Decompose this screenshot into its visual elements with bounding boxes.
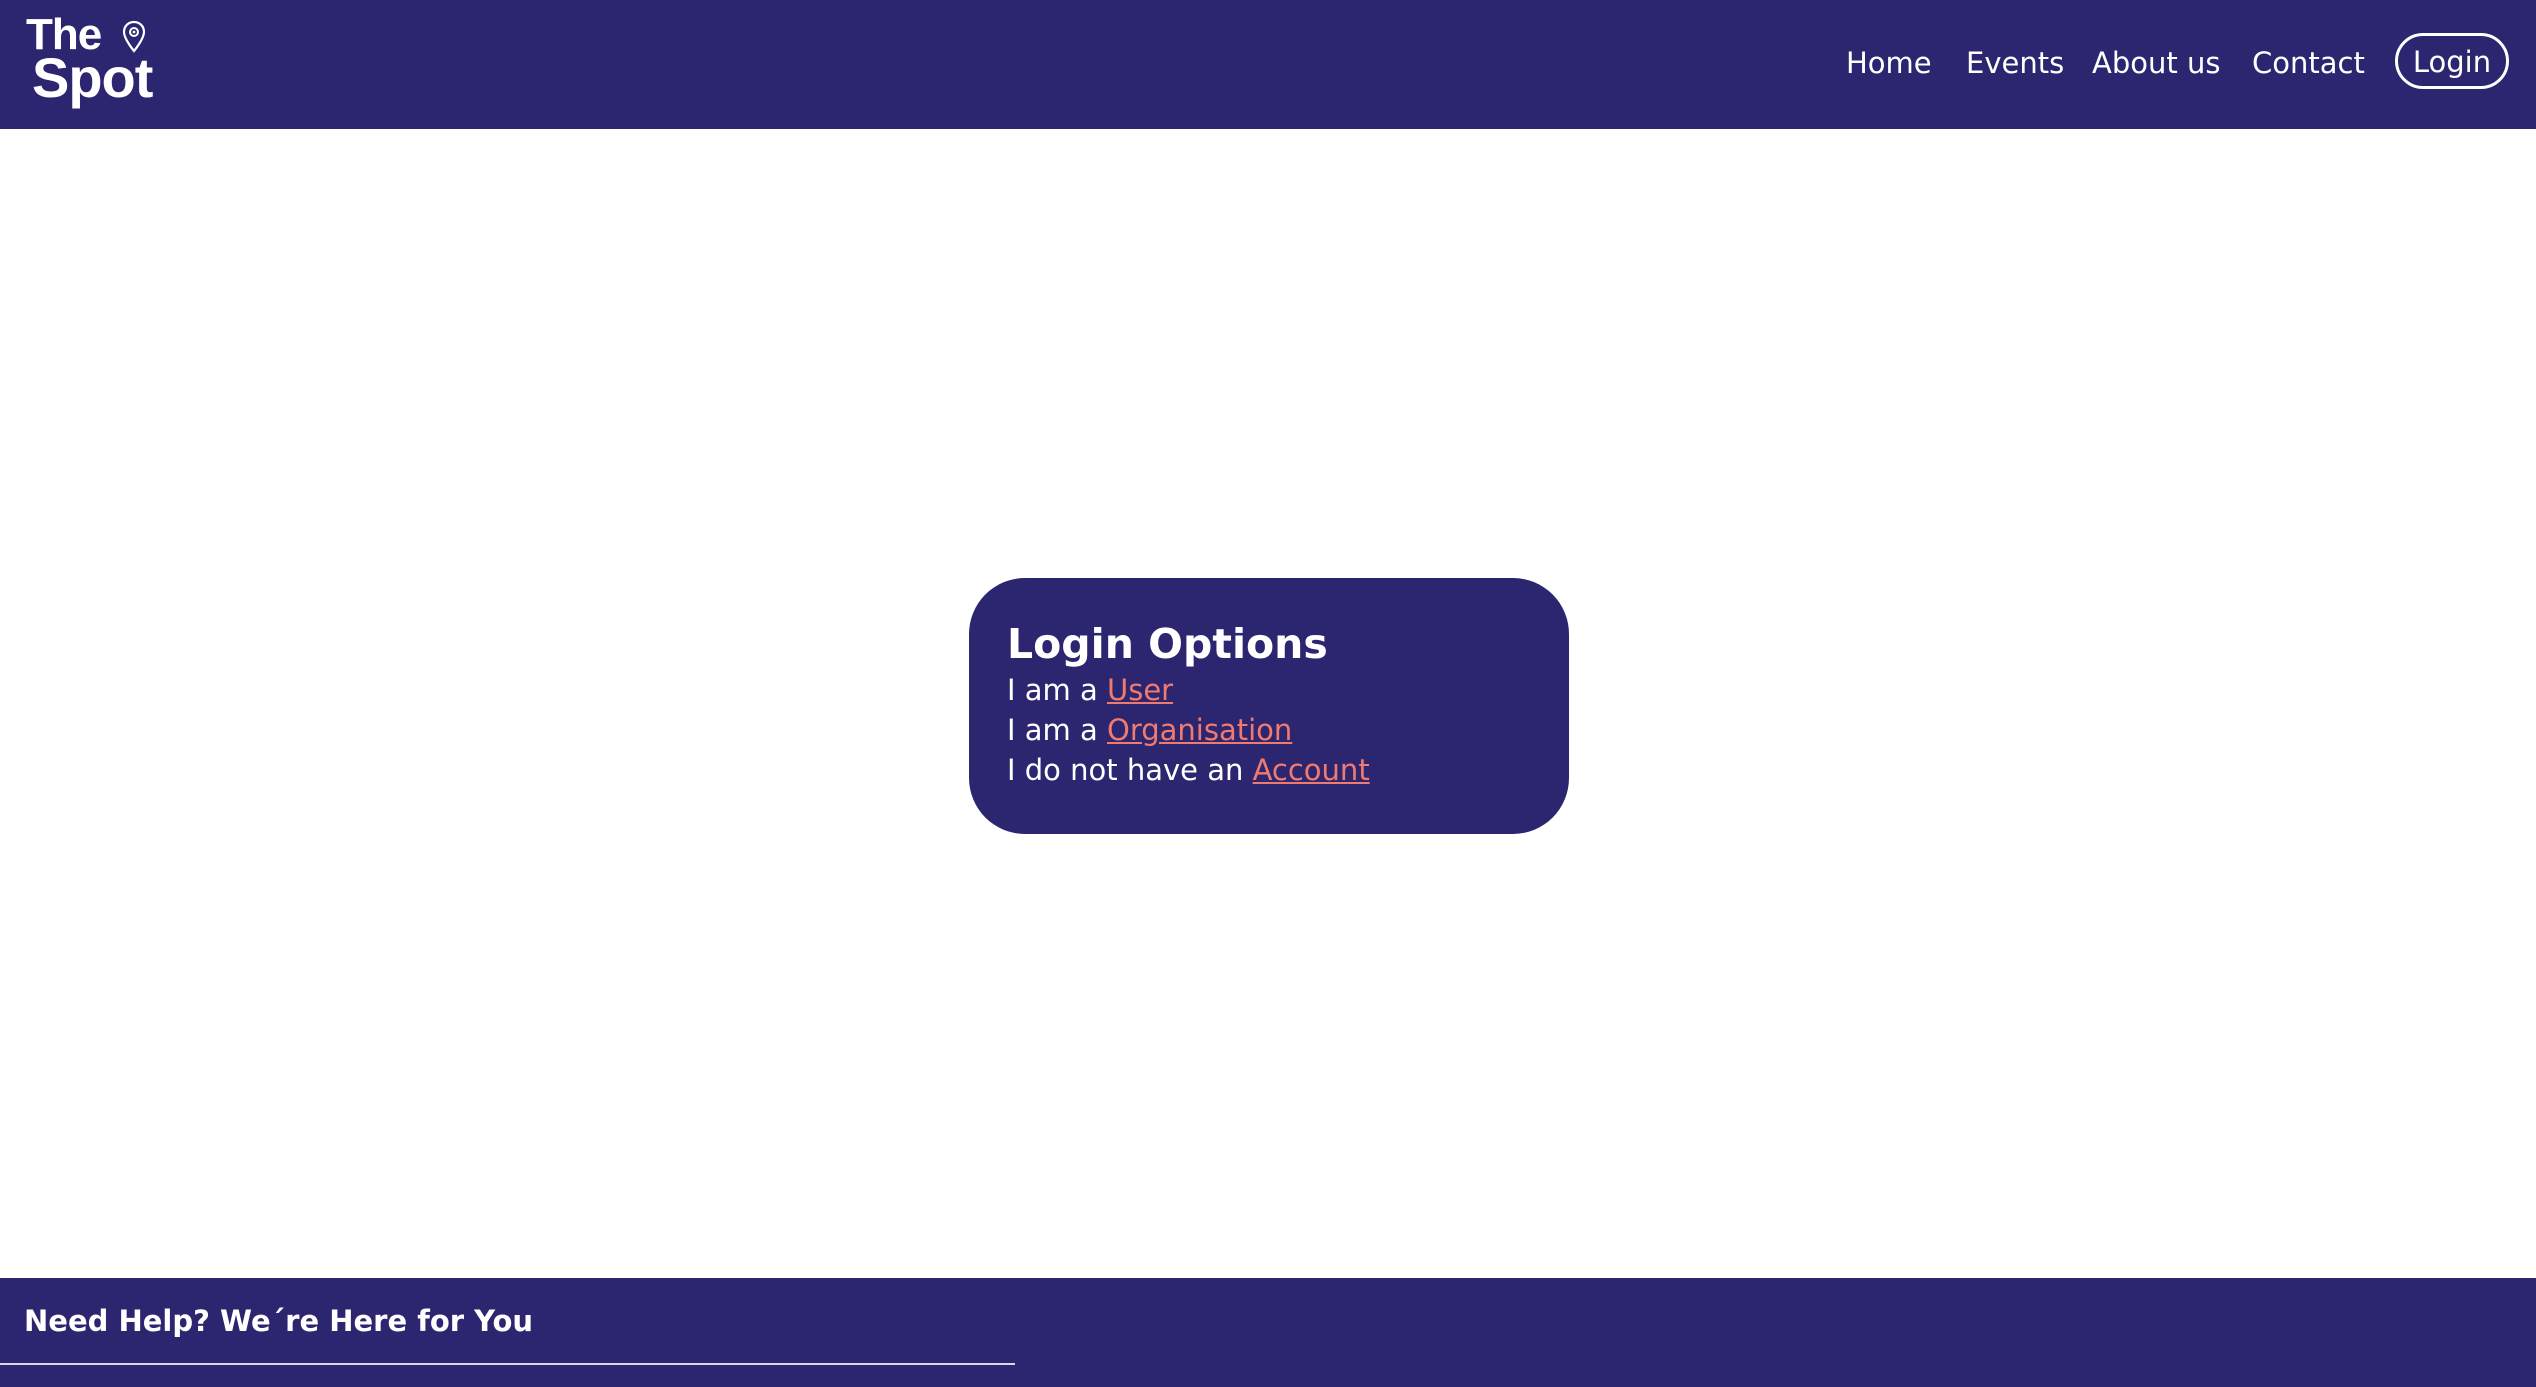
site-footer: Need Help? We´re Here for You <box>0 1278 2536 1387</box>
nav-events-link[interactable]: Events <box>1966 38 2064 88</box>
login-option-account: I do not have an Account <box>1007 750 1533 790</box>
login-option-account-prefix: I do not have an <box>1007 753 1253 787</box>
brand-logo-line-2: Spot <box>32 46 153 109</box>
login-option-organisation-prefix: I am a <box>1007 713 1107 747</box>
map-pin-icon <box>122 20 146 53</box>
user-login-link[interactable]: User <box>1107 673 1173 707</box>
login-option-user: I am a User <box>1007 670 1533 710</box>
nav-contact-link[interactable]: Contact <box>2252 38 2365 88</box>
nav-home-link[interactable]: Home <box>1846 38 1932 88</box>
organisation-login-link[interactable]: Organisation <box>1107 713 1292 747</box>
brand-logo[interactable]: The Spot <box>26 12 176 109</box>
footer-help-heading: Need Help? We´re Here for You <box>24 1304 534 1338</box>
footer-divider <box>0 1363 1015 1365</box>
login-option-organisation: I am a Organisation <box>1007 710 1533 750</box>
login-options-title: Login Options <box>1007 620 1328 668</box>
nav-about-link[interactable]: About us <box>2092 38 2220 88</box>
create-account-link[interactable]: Account <box>1253 753 1370 787</box>
login-options-card: Login Options I am a User I am a Organis… <box>969 578 1569 834</box>
login-button[interactable]: Login <box>2395 33 2509 89</box>
login-option-user-prefix: I am a <box>1007 673 1107 707</box>
site-header: The Spot Home Events About us Contact Lo… <box>0 0 2536 129</box>
